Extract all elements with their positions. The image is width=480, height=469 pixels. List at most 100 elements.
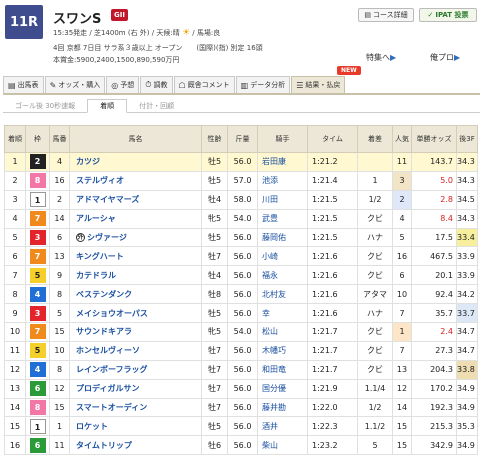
sex-age: 牡5: [201, 303, 228, 324]
horse-number: 2: [49, 189, 70, 210]
chevron-right-icon: ▶: [390, 53, 397, 62]
table-row: 9 3 5 メイショウオーパス 牡5 56.0 幸 1:21.6 ハナ 7 35.7 33.7: [4, 303, 478, 324]
waku-cell: 1: [25, 416, 50, 437]
subtab-live[interactable]: ゴール後 30秒速報: [3, 99, 87, 112]
finish-position: 4: [4, 208, 26, 229]
horse-name-cell[interactable]: 外シヴァージ: [69, 227, 202, 248]
tab-stable-comment[interactable]: ☖ 厩舎コメント: [173, 76, 235, 93]
jockey-link[interactable]: 藤岡佑: [257, 227, 308, 248]
popularity: 12: [392, 378, 412, 399]
horse-name-link[interactable]: カツジ: [76, 157, 100, 166]
jockey-link[interactable]: 川田: [257, 189, 308, 210]
jockey-link[interactable]: 国分優: [257, 378, 308, 399]
horse-name-link[interactable]: ホンセルヴィーソ: [76, 346, 140, 355]
carried-weight: 56.0: [227, 435, 258, 456]
horse-name-cell[interactable]: ホンセルヴィーソ: [69, 340, 202, 361]
feature-link[interactable]: 特集へ▶: [366, 52, 396, 63]
col-waku-header: 枠: [25, 125, 50, 153]
horse-name-link[interactable]: スマートオーディン: [76, 403, 147, 412]
waku-cell: 4: [25, 284, 50, 305]
horse-name-cell[interactable]: ロケット: [69, 416, 202, 437]
finish-time: 1:22.0: [307, 397, 358, 418]
jockey-link[interactable]: 松山: [257, 322, 308, 342]
horse-name-link[interactable]: タイムトリップ: [76, 441, 132, 450]
list-icon: ☰: [296, 80, 304, 90]
last-3f-time: 34.7: [456, 340, 478, 361]
course-detail-button[interactable]: ▤ コース詳細: [358, 8, 414, 22]
table-header-row: 着順枠馬番 馬名 性齢 斤量 騎手 タイム 着差 人気 単勝オッズ 後3F: [4, 125, 478, 153]
horse-name-cell[interactable]: タイムトリップ: [69, 435, 202, 456]
tab-data-analysis[interactable]: ▥ データ分析: [235, 76, 291, 93]
margin: クビ: [357, 322, 393, 342]
horse-name-link[interactable]: ステルヴィオ: [76, 176, 124, 185]
horse-name-cell[interactable]: レインボーフラッグ: [69, 359, 202, 380]
last-3f-time: 34.9: [456, 397, 478, 418]
horse-name-link[interactable]: アドマイヤマーズ: [76, 195, 139, 204]
ipat-vote-button[interactable]: ✓ IPAT 投票: [419, 8, 477, 22]
col-odds-header[interactable]: 単勝オッズ: [411, 125, 457, 153]
jockey-link[interactable]: 幸: [257, 303, 308, 324]
race-info-time-course: 15:35発走 / 芝1400m (右 外) / 天候:晴: [53, 29, 180, 37]
horse-name-link[interactable]: レインボーフラッグ: [76, 365, 148, 374]
horse-name-cell[interactable]: キングハート: [69, 246, 202, 267]
win-odds: 17.5: [411, 227, 457, 248]
subtab-order[interactable]: 着順: [87, 99, 128, 113]
subtab-review[interactable]: 付計・回顧: [127, 99, 186, 112]
popularity: 6: [392, 265, 412, 286]
result-subtabs: ゴール後 30秒速報 着順 付計・回顧: [3, 99, 480, 113]
win-odds: 5.0: [411, 170, 457, 191]
tab-results[interactable]: ☰ 結果・払戻: [291, 76, 346, 93]
horse-name-cell[interactable]: ステルヴィオ: [69, 170, 202, 191]
popularity: 14: [392, 397, 412, 418]
horse-name-link[interactable]: プロディガルサン: [76, 384, 139, 393]
horse-number: 15: [49, 397, 70, 418]
jockey-link[interactable]: 藤井勘: [257, 397, 308, 418]
horse-name-cell[interactable]: サウンドキアラ: [69, 322, 202, 342]
tab-odds[interactable]: ✎ オッズ・購入: [44, 76, 106, 93]
horse-name-cell[interactable]: アルーシャ: [69, 208, 202, 229]
horse-name-cell[interactable]: プロディガルサン: [69, 378, 202, 399]
col-horse-header[interactable]: 馬名: [69, 125, 202, 153]
horse-name-cell[interactable]: カテドラル: [69, 265, 202, 286]
jockey-link[interactable]: 岩田康: [257, 152, 308, 172]
results-table: 着順枠馬番 馬名 性齢 斤量 騎手 タイム 着差 人気 単勝オッズ 後3F 1 2 4 カツジ 牡5 56.…: [4, 125, 478, 456]
jockey-link[interactable]: 池添: [257, 170, 308, 191]
horse-number: 10: [49, 340, 70, 361]
carried-weight: 56.0: [227, 359, 258, 380]
stopwatch-icon: ⏱: [145, 80, 152, 89]
win-odds: 170.2: [411, 378, 457, 399]
horse-name-link[interactable]: メイショウオーパス: [76, 309, 148, 318]
horse-name-link[interactable]: キングハート: [76, 252, 124, 261]
tab-training[interactable]: ⏱ 調教: [140, 76, 173, 93]
horse-name-cell[interactable]: アドマイヤマーズ: [69, 189, 202, 210]
horse-name-cell[interactable]: カツジ: [69, 152, 202, 172]
horse-name-link[interactable]: サウンドキアラ: [76, 327, 132, 336]
win-odds: 8.4: [411, 208, 457, 229]
jockey-link[interactable]: 小崎: [257, 246, 308, 267]
jockey-link[interactable]: 北村友: [257, 284, 308, 305]
horse-name-cell[interactable]: スマートオーディン: [69, 397, 202, 418]
jockey-link[interactable]: 柴山: [257, 435, 308, 456]
horse-name-link[interactable]: ロケット: [76, 422, 108, 431]
jockey-link[interactable]: 和田竜: [257, 359, 308, 380]
horse-name-link[interactable]: アルーシャ: [76, 214, 116, 223]
popularity: 2: [392, 189, 412, 210]
my-pro-link[interactable]: 俺プロ▶: [430, 52, 460, 63]
horse-name-cell[interactable]: メイショウオーパス: [69, 303, 202, 324]
jockey-link[interactable]: 福永: [257, 265, 308, 286]
grade-badge: GII: [111, 9, 128, 21]
tab-entries[interactable]: ▤ 出馬表: [3, 76, 44, 93]
col-popularity-header[interactable]: 人気: [392, 125, 412, 153]
jockey-link[interactable]: 酒井: [257, 416, 308, 437]
jockey-link[interactable]: 武豊: [257, 208, 308, 229]
horse-name-cell[interactable]: ベステンダンク: [69, 284, 202, 305]
finish-time: 1:22.3: [307, 416, 358, 437]
horse-name-link[interactable]: ベステンダンク: [76, 290, 132, 299]
waku-badge: 7: [29, 324, 46, 340]
carried-weight: 56.0: [227, 152, 258, 172]
margin: クビ: [357, 359, 393, 380]
horse-name-link[interactable]: シヴァージ: [87, 233, 127, 242]
horse-name-link[interactable]: カテドラル: [76, 271, 116, 280]
tab-prediction[interactable]: ◎ 予想: [106, 76, 140, 93]
jockey-link[interactable]: 木幡巧: [257, 340, 308, 361]
